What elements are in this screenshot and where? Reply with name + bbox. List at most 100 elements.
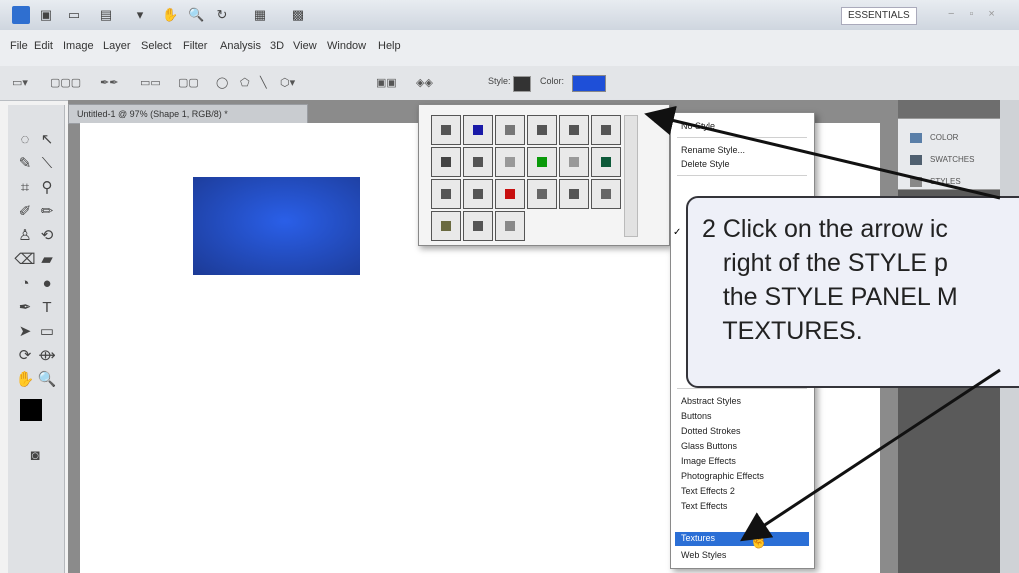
menu-item-textures[interactable]: Textures (681, 533, 715, 543)
menu-item-delete-style[interactable]: Delete Style (681, 159, 730, 169)
style-swatch[interactable] (559, 179, 589, 209)
style-swatch[interactable] (527, 179, 557, 209)
bridge-icon[interactable]: ▣ (38, 7, 54, 23)
menu-image[interactable]: Image (63, 40, 94, 52)
styles-panel-tab[interactable]: STYLES (910, 177, 961, 187)
foreground-color-swatch[interactable] (20, 399, 42, 421)
style-swatch[interactable] (463, 211, 493, 241)
menu-item-glass-buttons[interactable]: Glass Buttons (681, 441, 737, 451)
menu-filter[interactable]: Filter (183, 40, 207, 52)
color-panel-tab[interactable]: COLOR (910, 133, 958, 143)
style-swatch[interactable] (431, 147, 461, 177)
polygon-tool-icon[interactable]: ⬠ (240, 75, 250, 91)
style-swatch[interactable] (463, 179, 493, 209)
menu-help[interactable]: Help (378, 40, 401, 52)
type-tool-icon[interactable]: T (36, 297, 58, 319)
hand-tool-icon[interactable]: ✋ (162, 7, 178, 23)
history-brush-tool-icon[interactable]: ⟲ (36, 225, 58, 247)
style-swatch[interactable] (463, 147, 493, 177)
menu-view[interactable]: View (293, 40, 317, 52)
zoom-level-icon[interactable]: ▾ (132, 7, 148, 23)
menu-3d[interactable]: 3D (270, 40, 284, 52)
style-panel-menu-arrow-icon[interactable]: ▸ (650, 113, 664, 127)
menu-item-dotted-strokes[interactable]: Dotted Strokes (681, 426, 741, 436)
style-swatch[interactable] (527, 115, 557, 145)
menu-item-image-effects[interactable]: Image Effects (681, 456, 736, 466)
path-selection-tool-icon[interactable]: ➤ (14, 321, 36, 343)
view-extras-icon[interactable]: ▤ (98, 7, 114, 23)
blur-tool-icon[interactable]: ◔ (14, 273, 36, 295)
menu-file[interactable]: File (10, 40, 28, 52)
combine-shapes-icon[interactable]: ◈◈ (416, 75, 433, 91)
ellipse-tool-icon[interactable]: ◯ (216, 75, 228, 91)
zoom-tool-icon[interactable]: 🔍 (188, 7, 204, 23)
style-swatch[interactable] (591, 147, 621, 177)
style-swatch[interactable] (527, 147, 557, 177)
pen-tool-icon[interactable]: ✒ (14, 297, 36, 319)
window-controls[interactable]: − ▫ × (948, 8, 1001, 20)
magic-wand-tool-icon[interactable]: ⟍ (36, 153, 58, 175)
color-swatch[interactable] (572, 75, 606, 92)
rounded-rectangle-tool-icon[interactable]: ▢▢ (178, 75, 199, 91)
style-panel-scrollbar[interactable] (624, 115, 638, 237)
menu-item-no-style[interactable]: No Style (681, 121, 715, 131)
menu-item-web-styles[interactable]: Web Styles (681, 550, 726, 560)
blue-rectangle-shape[interactable] (193, 177, 360, 275)
swatches-panel-tab[interactable]: SWATCHES (910, 155, 974, 165)
menu-item-photographic-effects[interactable]: Photographic Effects (681, 471, 764, 481)
clone-stamp-tool-icon[interactable]: ♙ (14, 225, 36, 247)
3d-rotate-tool-icon[interactable]: ⟳ (14, 345, 36, 367)
style-swatch[interactable] (495, 115, 525, 145)
move-tool-icon[interactable]: ↖ (36, 129, 58, 151)
menu-item-text-effects[interactable]: Text Effects (681, 501, 727, 511)
style-swatch[interactable] (431, 115, 461, 145)
workspace-switcher[interactable]: ESSENTIALS (841, 7, 917, 25)
brush-tool-icon[interactable]: ✏ (36, 201, 58, 223)
eraser-tool-icon[interactable]: ⌫ (14, 249, 36, 271)
menu-item-abstract-styles[interactable]: Abstract Styles (681, 396, 741, 406)
style-swatch[interactable] (495, 147, 525, 177)
rectangle-tool-icon[interactable]: ▭▭ (140, 75, 161, 91)
rectangle-tool-icon[interactable]: ▭ (36, 321, 58, 343)
eyedropper-tool-icon[interactable]: ⚲ (36, 177, 58, 199)
quick-select-tool-icon[interactable]: ✎ (14, 153, 36, 175)
zoom-tool-icon[interactable]: 🔍 (36, 369, 58, 391)
mini-bridge-icon[interactable]: ▭ (66, 7, 82, 23)
rotate-view-icon[interactable]: ↻ (214, 7, 230, 23)
style-picker-swatch[interactable] (513, 76, 531, 92)
style-swatch[interactable] (431, 211, 461, 241)
menu-item-rename-style[interactable]: Rename Style... (681, 145, 745, 155)
quick-mask-icon[interactable]: ◙ (24, 445, 46, 467)
menu-item-text-effects-2[interactable]: Text Effects 2 (681, 486, 735, 496)
style-swatch[interactable] (463, 115, 493, 145)
custom-shape-tool-icon[interactable]: ⬡▾ (280, 75, 295, 91)
dodge-tool-icon[interactable]: ● (36, 273, 58, 295)
healing-brush-tool-icon[interactable]: ✐ (14, 201, 36, 223)
menu-edit[interactable]: Edit (34, 40, 53, 52)
style-swatch[interactable] (495, 179, 525, 209)
shape-layers-icon[interactable]: ▢▢▢ (50, 75, 81, 91)
crop-tool-icon[interactable]: ⌗ (14, 177, 36, 199)
style-swatch[interactable] (591, 115, 621, 145)
pen-tool-icon[interactable]: ✒✒ (100, 75, 118, 91)
menu-window[interactable]: Window (327, 40, 366, 52)
hand-tool-icon[interactable]: ✋ (14, 369, 36, 391)
tool-preset-picker[interactable]: ▭▾ (12, 75, 28, 91)
style-swatch[interactable] (431, 179, 461, 209)
document-tab[interactable]: Untitled-1 @ 97% (Shape 1, RGB/8) * (68, 104, 308, 124)
gradient-tool-icon[interactable]: ▰ (36, 249, 58, 271)
line-tool-icon[interactable]: ╲ (260, 75, 267, 91)
style-swatch[interactable] (495, 211, 525, 241)
menu-analysis[interactable]: Analysis (220, 40, 261, 52)
lasso-tool-icon[interactable]: ◌ (14, 129, 36, 151)
style-swatch[interactable] (559, 115, 589, 145)
menu-item-buttons[interactable]: Buttons (681, 411, 712, 421)
menu-select[interactable]: Select (141, 40, 172, 52)
3d-orbit-tool-icon[interactable]: ⟴ (36, 345, 58, 367)
style-swatch[interactable] (591, 179, 621, 209)
menu-layer[interactable]: Layer (103, 40, 131, 52)
arrange-documents-icon[interactable]: ▦ (252, 7, 268, 23)
path-ops-icon[interactable]: ▣▣ (376, 75, 397, 91)
style-swatch[interactable] (559, 147, 589, 177)
screen-mode-icon[interactable]: ▩ (290, 7, 306, 23)
